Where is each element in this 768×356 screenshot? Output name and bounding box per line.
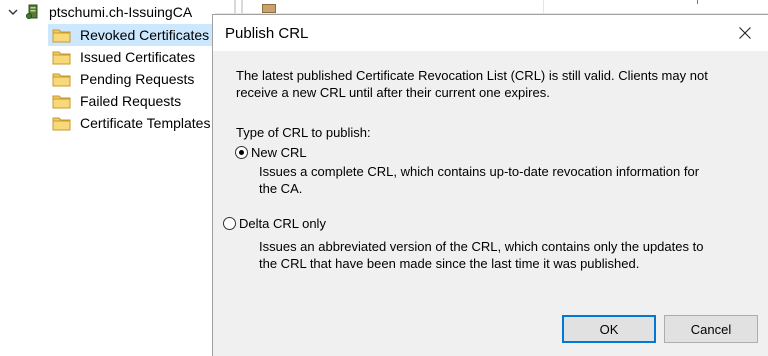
tree-item-failed-requests[interactable]: Failed Requests — [48, 90, 185, 112]
cancel-button[interactable]: Cancel — [664, 315, 758, 343]
dialog-message-line1: The latest published Certificate Revocat… — [236, 68, 708, 83]
tree-item-pending-requests[interactable]: Pending Requests — [48, 68, 198, 90]
dialog-titlebar[interactable]: Publish CRL — [213, 15, 768, 51]
radio-button-unchecked[interactable] — [223, 217, 236, 230]
radio-button-checked[interactable] — [235, 146, 248, 159]
tree-item-revoked-certificates[interactable]: Revoked Certificates — [48, 24, 214, 46]
divider-tick — [697, 0, 698, 4]
publish-crl-dialog: Publish CRL The latest published Certifi… — [212, 14, 768, 356]
folder-icon — [52, 117, 71, 130]
close-button[interactable] — [722, 15, 768, 51]
tree-item-label: Pending Requests — [80, 71, 195, 87]
folder-icon — [52, 95, 71, 108]
new-crl-label: New CRL — [251, 145, 307, 160]
list-item-icon — [262, 4, 276, 13]
delta-crl-radio[interactable]: Delta CRL only — [223, 216, 326, 231]
delta-crl-description-line1: Issues an abbreviated version of the CRL… — [259, 239, 704, 254]
tree-item-label: Issued Certificates — [80, 49, 196, 65]
tree-item-label: Certificate Templates — [80, 115, 211, 131]
ok-button[interactable]: OK — [562, 315, 656, 343]
close-icon — [739, 27, 751, 39]
folder-icon — [52, 29, 71, 42]
tree-item-issued-certificates[interactable]: Issued Certificates — [48, 46, 199, 68]
new-crl-description-line1: Issues a complete CRL, which contains up… — [259, 164, 700, 179]
pane-splitter-edge — [241, 0, 243, 14]
tree-root-label: ptschumi.ch-IssuingCA — [49, 4, 193, 20]
column-divider[interactable] — [543, 0, 544, 13]
folder-icon — [52, 73, 71, 86]
dialog-message-line2: receive a new CRL until after their curr… — [236, 85, 550, 100]
tree-root-node[interactable]: ptschumi.ch-IssuingCA — [6, 2, 192, 22]
delta-crl-description-line2: the CRL that have been made since the la… — [259, 256, 640, 271]
new-crl-radio[interactable]: New CRL — [235, 145, 307, 160]
tree-item-certificate-templates[interactable]: Certificate Templates — [48, 112, 214, 134]
certificate-authority-icon — [26, 4, 38, 19]
dialog-title: Publish CRL — [225, 25, 309, 42]
delta-crl-label: Delta CRL only — [239, 216, 326, 231]
console-tree: ptschumi.ch-IssuingCA Revoked Certificat… — [0, 0, 215, 356]
new-crl-description-line2: the CA. — [259, 181, 303, 196]
crl-type-label: Type of CRL to publish: — [236, 125, 371, 140]
tree-item-label: Revoked Certificates — [80, 27, 210, 43]
tree-item-label: Failed Requests — [80, 93, 182, 109]
chevron-down-icon[interactable] — [6, 5, 20, 19]
folder-icon — [52, 51, 71, 64]
pane-splitter[interactable] — [234, 0, 236, 14]
